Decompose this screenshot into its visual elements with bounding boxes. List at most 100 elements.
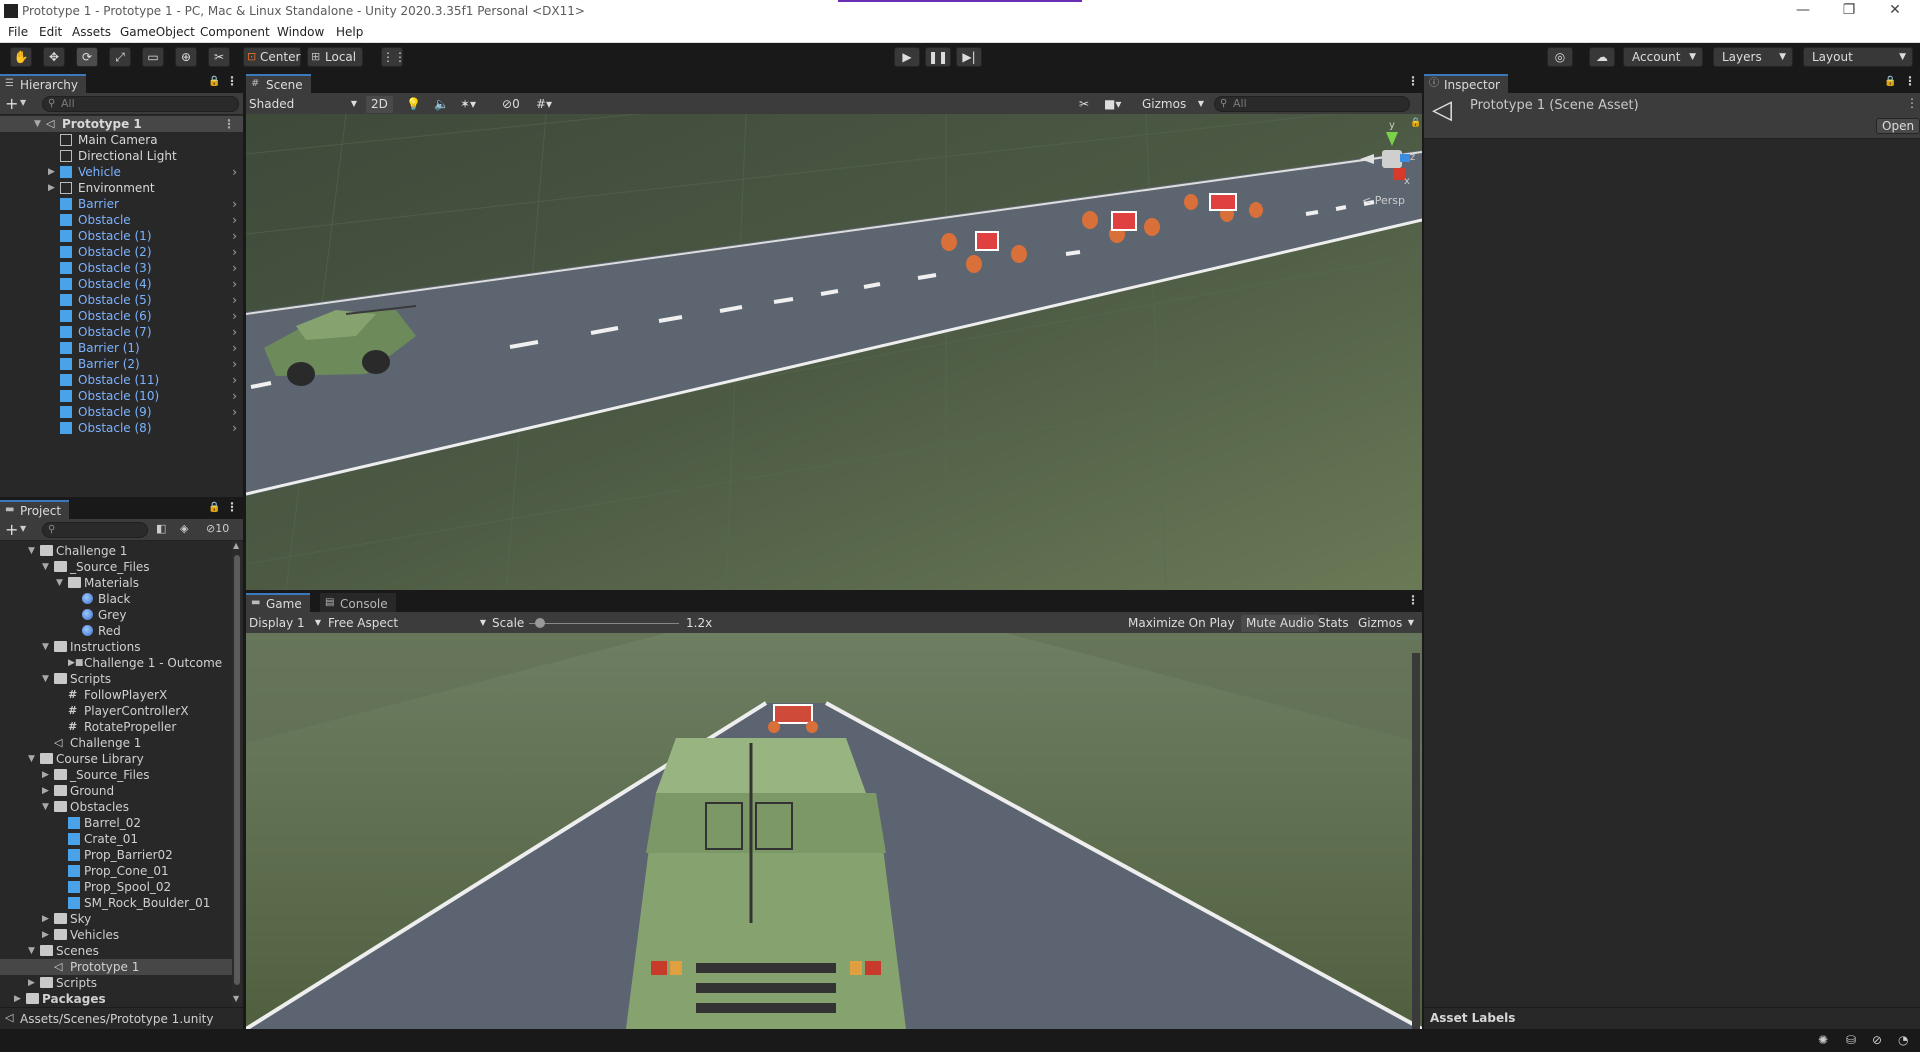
- close-button[interactable]: ✕: [1872, 0, 1918, 22]
- hierarchy-item[interactable]: Obstacle (3) ›: [0, 260, 243, 276]
- project-tree-item[interactable]: ▼ Scripts: [0, 671, 232, 687]
- expand-arrow-icon[interactable]: ▶: [28, 975, 35, 991]
- scene-viewport[interactable]: y z x 🔒 < Persp: [246, 114, 1422, 590]
- expand-arrow-icon[interactable]: ▼: [28, 543, 35, 559]
- hierarchy-item[interactable]: Obstacle (1) ›: [0, 228, 243, 244]
- pivot-local-button[interactable]: ⊞ Local: [307, 47, 363, 67]
- expand-arrow-icon[interactable]: ▼: [42, 671, 49, 687]
- lighting-icon[interactable]: 💡: [406, 96, 421, 113]
- hierarchy-search-input[interactable]: ⚲ All: [42, 96, 239, 112]
- open-prefab-icon[interactable]: ›: [232, 356, 237, 372]
- panel-menu-icon[interactable]: ⋮: [226, 500, 238, 514]
- hierarchy-item[interactable]: ▶ Vehicle ›: [0, 164, 243, 180]
- expand-arrow-icon[interactable]: ▼: [34, 116, 41, 132]
- debug-icon[interactable]: ✺: [1818, 1033, 1828, 1047]
- toggle-2d-button[interactable]: 2D: [366, 96, 393, 113]
- rotate-tool-icon[interactable]: ⟳: [76, 47, 98, 67]
- project-tree-item[interactable]: ◁ Prototype 1: [0, 959, 232, 975]
- open-prefab-icon[interactable]: ›: [232, 260, 237, 276]
- open-prefab-icon[interactable]: ›: [232, 404, 237, 420]
- project-tree-item[interactable]: # FollowPlayerX: [0, 687, 232, 703]
- project-tree-item[interactable]: Prop_Spool_02: [0, 879, 232, 895]
- project-tree-item[interactable]: ▼ Scenes: [0, 943, 232, 959]
- project-scrollbar[interactable]: ▲ ▼: [232, 541, 242, 1003]
- expand-arrow-icon[interactable]: ▶: [48, 164, 55, 180]
- open-prefab-icon[interactable]: ›: [232, 196, 237, 212]
- game-gizmos-dropdown[interactable]: Gizmos ▼: [1358, 615, 1414, 632]
- chevron-down-icon[interactable]: ▼: [20, 524, 26, 533]
- project-tree-item[interactable]: ▼ Materials: [0, 575, 232, 591]
- expand-arrow-icon[interactable]: ▶: [14, 991, 21, 1007]
- restore-button[interactable]: ❐: [1826, 0, 1872, 22]
- scale-slider[interactable]: [529, 618, 679, 628]
- panel-menu-icon[interactable]: ⋮: [1904, 74, 1916, 88]
- project-tree-item[interactable]: ▶ _Source_Files: [0, 767, 232, 783]
- move-tool-icon[interactable]: ✥: [43, 47, 65, 67]
- menu-file[interactable]: File: [8, 25, 28, 39]
- open-prefab-icon[interactable]: ›: [232, 340, 237, 356]
- stats-toggle[interactable]: Stats: [1318, 615, 1349, 632]
- auto-generate-lighting-icon[interactable]: ⊘: [1872, 1033, 1882, 1047]
- chevron-down-icon[interactable]: ▼: [20, 98, 26, 107]
- transform-tool-icon[interactable]: ⊕: [175, 47, 197, 67]
- scene-gizmo-orientation[interactable]: y z x 🔒 < Persp: [1360, 118, 1422, 210]
- hierarchy-item[interactable]: Obstacle (5) ›: [0, 292, 243, 308]
- add-icon[interactable]: +: [5, 94, 18, 113]
- hierarchy-item[interactable]: Obstacle (9) ›: [0, 404, 243, 420]
- open-button[interactable]: Open: [1876, 118, 1920, 134]
- shading-mode-dropdown[interactable]: Shaded ▼: [249, 96, 361, 113]
- project-tree-item[interactable]: ▶ Packages: [0, 991, 232, 1007]
- lock-icon[interactable]: 🔒: [208, 502, 220, 513]
- axis-center-cube[interactable]: [1382, 150, 1402, 168]
- menu-help[interactable]: Help: [336, 25, 363, 39]
- open-prefab-icon[interactable]: ›: [232, 164, 237, 180]
- hierarchy-item[interactable]: ▶ Environment: [0, 180, 243, 196]
- play-button[interactable]: ▶: [894, 47, 920, 67]
- project-tree-item[interactable]: Crate_01: [0, 831, 232, 847]
- project-tree-item[interactable]: Prop_Barrier02: [0, 847, 232, 863]
- expand-arrow-icon[interactable]: ▼: [56, 575, 63, 591]
- tab-hierarchy[interactable]: ☰ Hierarchy: [0, 74, 87, 93]
- pause-button[interactable]: ❚❚: [925, 47, 951, 67]
- asset-labels-bar[interactable]: Asset Labels: [1424, 1007, 1920, 1029]
- step-button[interactable]: ▶|: [956, 47, 982, 67]
- cloud-icon[interactable]: ☁: [1589, 47, 1615, 67]
- scale-tool-icon[interactable]: ⤢: [109, 47, 131, 67]
- open-prefab-icon[interactable]: ›: [232, 372, 237, 388]
- open-prefab-icon[interactable]: ›: [232, 228, 237, 244]
- project-tree-item[interactable]: ▶ Scripts: [0, 975, 232, 991]
- project-tree-item[interactable]: Red: [0, 623, 232, 639]
- tab-inspector[interactable]: ⓘ Inspector: [1424, 74, 1508, 93]
- hierarchy-item[interactable]: Obstacle (8) ›: [0, 420, 243, 436]
- expand-arrow-icon[interactable]: ▼: [28, 751, 35, 767]
- scale-slider-thumb[interactable]: [535, 618, 545, 628]
- hierarchy-item[interactable]: Barrier ›: [0, 196, 243, 212]
- tools-icon[interactable]: ✂: [1079, 96, 1089, 113]
- minimize-button[interactable]: —: [1780, 0, 1826, 22]
- game-viewport[interactable]: [246, 633, 1422, 1029]
- filter-by-type-icon[interactable]: ◧: [156, 522, 166, 535]
- hierarchy-item[interactable]: Obstacle (6) ›: [0, 308, 243, 324]
- scroll-down-icon[interactable]: ▼: [233, 994, 239, 1003]
- expand-arrow-icon[interactable]: ▶: [42, 783, 49, 799]
- tab-console[interactable]: ▤ Console: [320, 593, 396, 612]
- hierarchy-item[interactable]: Obstacle ›: [0, 212, 243, 228]
- filter-by-label-icon[interactable]: ◈: [180, 522, 188, 535]
- grid-snap-icon[interactable]: ⋮⋮: [381, 47, 406, 67]
- axis-neg-x-cone[interactable]: [1360, 154, 1374, 164]
- lock-icon[interactable]: 🔒: [208, 76, 220, 87]
- menu-window[interactable]: Window: [277, 25, 324, 39]
- hierarchy-item[interactable]: Obstacle (11) ›: [0, 372, 243, 388]
- axis-y-cone[interactable]: [1386, 132, 1398, 146]
- cache-icon[interactable]: ⛁: [1846, 1033, 1856, 1047]
- project-tree-item[interactable]: ▼ _Source_Files: [0, 559, 232, 575]
- project-tree-item[interactable]: SM_Rock_Boulder_01: [0, 895, 232, 911]
- project-tree-item[interactable]: ▶ Ground: [0, 783, 232, 799]
- project-tree-item[interactable]: # RotatePropeller: [0, 719, 232, 735]
- project-search-input[interactable]: ⚲: [42, 522, 148, 538]
- project-tree-item[interactable]: ◁ Challenge 1: [0, 735, 232, 751]
- hierarchy-item[interactable]: Obstacle (10) ›: [0, 388, 243, 404]
- project-tree-item[interactable]: ▶■ Challenge 1 - Outcome: [0, 655, 232, 671]
- layout-dropdown[interactable]: Layout ▼: [1803, 47, 1913, 67]
- tab-project[interactable]: ▬ Project: [0, 500, 70, 519]
